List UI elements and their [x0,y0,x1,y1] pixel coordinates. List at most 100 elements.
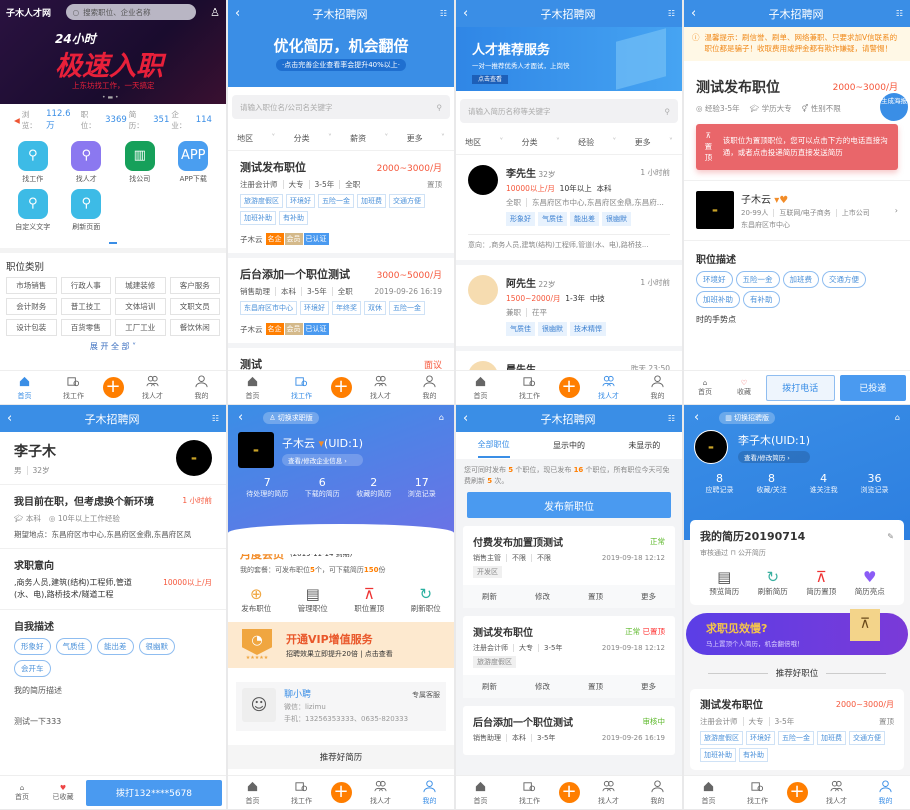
tab-job[interactable]: 找工作 [282,375,322,401]
search-input[interactable]: ○ 搜索职位、企业名称 [65,4,196,20]
add-button[interactable]: + [786,782,808,803]
filter-dropdown[interactable]: 分类 [294,133,310,144]
tab-home[interactable]: 首页 [5,375,45,401]
back-icon[interactable]: ‹ [235,7,240,20]
tab-ppl[interactable]: 找人才 [361,375,401,401]
tab-ppl[interactable]: 找人才 [133,375,173,401]
candidate-card[interactable]: 晨先生 昨天 23:50 [456,351,682,370]
action-button[interactable]: ↻ 刷新职位 [411,585,441,614]
add-button[interactable]: + [558,782,580,803]
action-button[interactable]: ⊼ 简历置顶 [806,568,836,597]
tab-job[interactable]: 找工作 [510,375,550,401]
back-icon[interactable]: ‹ [694,411,699,424]
home-button[interactable]: ⌂ 首页 [4,784,40,802]
filter-dropdown[interactable]: 分类 [522,137,538,148]
job-action-button[interactable]: 修改 [535,591,550,602]
category-item[interactable]: 文体培训 [115,298,166,315]
tab-job[interactable]: 找工作 [738,780,778,806]
stat-item[interactable]: 17 浏览记录 [408,476,436,499]
home-button[interactable]: ⌂ 首页 [688,379,722,397]
job-card[interactable]: 测试发布职位 2000~3000/月 注册会计师 大专 3-5年 置顶 旅游度假区 环境好… [690,689,904,770]
home-icon[interactable]: ⌂ [439,413,444,422]
tab-job[interactable]: 找工作 [282,780,322,806]
menu-icon[interactable]: ☷ [668,9,675,18]
category-item[interactable]: 市场销售 [6,277,57,294]
job-action-button[interactable]: 置顶 [588,681,603,692]
tab-ppl[interactable]: 找人才 [817,780,857,806]
stat-item[interactable]: 4 谁关注我 [810,472,838,495]
shortcut-item[interactable]: ⚲ 找人才 [60,141,114,184]
tab-job[interactable]: 找工作 [510,780,550,806]
action-button[interactable]: ♥ 简历亮点 [855,568,885,597]
tab-me[interactable]: 我的 [638,779,678,806]
publish-job-button[interactable]: 发布新职位 [467,492,671,518]
tab-home[interactable]: 首页 [689,780,729,806]
back-icon[interactable]: ‹ [691,7,696,20]
carousel-dots[interactable]: • ▬ • [102,94,119,101]
back-icon[interactable]: ‹ [463,412,468,425]
menu-icon[interactable]: ☷ [212,414,219,423]
filter-dropdown[interactable]: 地区 [465,137,481,148]
stat-item[interactable]: 36 浏览记录 [861,472,889,495]
call-button[interactable]: 拨打132****5678 [86,779,222,806]
tab-me[interactable]: 我的 [182,374,222,401]
tab-hidden-jobs[interactable]: 未显示的 [628,440,660,451]
tab-visible-jobs[interactable]: 显示中的 [553,440,585,451]
shortcut-item[interactable]: ⚲ 找工作 [6,141,60,184]
category-item[interactable]: 工厂工业 [115,319,166,336]
tab-ppl[interactable]: 找人才 [589,780,629,806]
candidate-card[interactable]: 阿先生 22岁 1 小时前 1500~2000/月 1-3年 中技 兼职 茌平 气质… [456,265,682,351]
managed-job-card[interactable]: 付费发布加置顶测试 正常 销售主管 不限 不限 2019-09-18 12:12 开发区… [463,526,675,608]
switch-employer-button[interactable]: ▥ 切换招聘版 [719,411,776,424]
shortcut-item[interactable]: ▥ 找公司 [113,141,167,184]
back-icon[interactable]: ‹ [463,7,468,20]
applied-button[interactable]: 已投递 [839,374,906,401]
menu-icon[interactable]: ☷ [440,9,447,18]
category-item[interactable]: 餐饮休闲 [169,319,220,336]
promo-banner[interactable]: 优化简历，机会翻倍 ·点击完善企业查看率会提升40%以上· [228,27,454,87]
category-item[interactable]: 城建装修 [115,277,166,294]
call-button[interactable]: 拨打电话 [766,374,835,401]
tab-home[interactable]: 首页 [233,375,273,401]
tab-all-jobs[interactable]: 全部职位 [477,433,510,458]
shortcut-item[interactable]: ⚲ 刷新页面 [60,189,114,232]
favorite-button[interactable]: ♡ 收藏 [727,379,761,397]
category-item[interactable]: 百货零售 [60,319,111,336]
action-button[interactable]: ▤ 预览简历 [709,568,739,597]
home-banner[interactable]: 子木人才网 ○ 搜索职位、企业名称 ♙ 24小时 极速入职 上东坊找工作，一天搞定… [0,0,226,104]
top-resume-banner[interactable]: 求职见效慢? 马上置顶个人简历，机会翻倍哦！ ⊼ [686,609,908,655]
job-action-button[interactable]: 刷新 [482,681,497,692]
category-item[interactable]: 文职文员 [169,298,220,315]
job-action-button[interactable]: 更多 [641,681,656,692]
generate-poster-button[interactable]: 生成海报 [880,93,908,121]
edit-resume-button[interactable]: 查看/修改简历 › [738,450,811,463]
action-button[interactable]: ↻ 刷新简历 [758,568,788,597]
managed-job-card[interactable]: 测试发布职位 正常 已置顶 注册会计师 大专 3-5年 2019-09-18 12:12… [463,616,675,698]
shortcut-item[interactable]: APP APP下载 [167,141,221,184]
tab-me[interactable]: 我的 [638,374,678,401]
talent-banner[interactable]: 人才推荐服务 一对一推荐优秀人才面试，上岗快 点击查看 [456,27,682,91]
switch-jobseeker-button[interactable]: ♙ 切换求职版 [263,411,319,424]
menu-icon[interactable]: ☷ [668,414,675,423]
job-action-button[interactable]: 置顶 [588,591,603,602]
add-button[interactable]: + [330,377,352,398]
tab-job[interactable]: 找工作 [54,375,94,401]
stat-item[interactable]: 6 下载的简历 [305,476,340,499]
favorited-button[interactable]: ♥ 已收藏 [45,784,81,802]
back-icon[interactable]: ‹ [7,412,12,425]
company-card[interactable]: ▬ 子木云 ▾♥ 20-99人 互联网/电子商务 上市公司 东昌府区市中心 › [684,179,910,241]
action-button[interactable]: ⊕ 发布职位 [241,585,271,614]
stat-item[interactable]: 7 待处理的简历 [246,476,288,499]
managed-job-card[interactable]: 后台添加一个职位测试 审核中 销售助理 本科 3-5年 2019-09-26 16:19 [463,706,675,755]
category-item[interactable]: 普工技工 [60,298,111,315]
add-button[interactable]: + [330,782,352,803]
action-button[interactable]: ▤ 管理职位 [298,585,328,614]
category-item[interactable]: 行政人事 [60,277,111,294]
stat-item[interactable]: 8 应聘记录 [705,472,733,495]
add-button[interactable]: + [102,377,124,398]
add-button[interactable]: + [558,377,580,398]
filter-dropdown[interactable]: 经验 [578,137,594,148]
search-input[interactable]: 请输入简历名称等关键字 ⚲ [460,99,678,123]
stat-item[interactable]: 8 收藏/关注 [756,472,786,495]
tab-me[interactable]: 我的 [410,779,450,806]
